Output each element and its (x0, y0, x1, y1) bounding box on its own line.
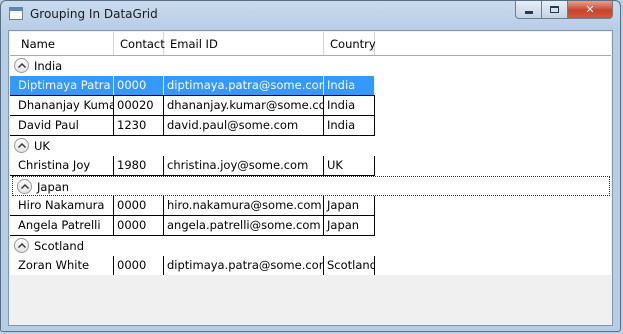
contact-cell[interactable]: 0000 (114, 256, 164, 275)
column-header-name[interactable]: Name (15, 32, 114, 55)
name-cell[interactable]: Angela Patrelli (15, 216, 114, 235)
country-cell[interactable]: India (324, 76, 375, 95)
client-area: Name Contact Email ID Country India Dipti… (8, 30, 613, 326)
country-cell[interactable]: UK (324, 156, 375, 175)
email-cell[interactable]: diptimaya.patra@some.com (164, 76, 324, 95)
country-cell[interactable]: Japan (324, 216, 375, 235)
email-cell[interactable]: dhananjay.kumar@some.com (164, 96, 324, 115)
window-icon[interactable] (9, 7, 23, 20)
table-row[interactable]: Diptimaya Patra 0000 diptimaya.patra@some.… (10, 76, 375, 96)
group-header-scotland[interactable]: Scotland (10, 236, 611, 256)
email-cell[interactable]: christina.joy@some.com (164, 156, 324, 175)
contact-cell[interactable]: 0000 (114, 76, 164, 95)
name-cell[interactable]: Dhananjay Kumar (15, 96, 114, 115)
data-grid[interactable]: Name Contact Email ID Country India Dipti… (10, 32, 611, 275)
minimize-button[interactable] (515, 1, 542, 19)
collapse-chevron-icon[interactable] (14, 58, 29, 73)
app-window: Grouping In DataGrid ✕ Name Contact Emai… (0, 0, 621, 332)
name-cell[interactable]: Diptimaya Patra (15, 76, 114, 95)
contact-cell[interactable]: 00020 (114, 96, 164, 115)
column-header-country[interactable]: Country (324, 32, 376, 55)
name-cell[interactable]: Christina Joy (15, 156, 114, 175)
close-button[interactable]: ✕ (568, 1, 613, 19)
table-row[interactable]: David Paul 1230 david.paul@some.com India (10, 116, 375, 136)
contact-cell[interactable]: 0000 (114, 196, 164, 215)
group-header-japan[interactable]: Japan (12, 176, 610, 196)
group-name: UK (34, 139, 50, 153)
collapse-chevron-icon[interactable] (14, 238, 29, 253)
grid-header: Name Contact Email ID Country (10, 32, 611, 56)
window-title: Grouping In DataGrid (30, 7, 158, 21)
collapse-chevron-icon[interactable] (14, 138, 29, 153)
table-row[interactable]: Christina Joy 1980 christina.joy@some.com U… (10, 156, 375, 176)
maximize-icon (550, 6, 559, 13)
country-cell[interactable]: India (324, 116, 375, 135)
email-cell[interactable]: angela.patrelli@some.com (164, 216, 324, 235)
close-icon: ✕ (585, 3, 595, 16)
table-row[interactable]: Hiro Nakamura 0000 hiro.nakamura@some.com J… (10, 196, 375, 216)
country-cell[interactable]: India (324, 96, 375, 115)
group-header-india[interactable]: India (10, 56, 611, 76)
country-cell[interactable]: Japan (324, 196, 375, 215)
name-cell[interactable]: David Paul (15, 116, 114, 135)
group-name: Scotland (34, 239, 84, 253)
title-bar[interactable]: Grouping In DataGrid ✕ (1, 1, 620, 29)
contact-cell[interactable]: 1230 (114, 116, 164, 135)
name-cell[interactable]: Zoran White (15, 256, 114, 275)
email-cell[interactable]: hiro.nakamura@some.com (164, 196, 324, 215)
column-header-contact[interactable]: Contact (114, 32, 165, 55)
group-header-uk[interactable]: UK (10, 136, 611, 156)
table-row[interactable]: Dhananjay Kumar 00020 dhananjay.kumar@some… (10, 96, 375, 116)
name-cell[interactable]: Hiro Nakamura (15, 196, 114, 215)
minimize-icon (524, 11, 533, 14)
collapse-chevron-icon[interactable] (17, 179, 32, 194)
window-controls: ✕ (515, 1, 613, 19)
email-cell[interactable]: diptimaya.patra@some.com (164, 256, 324, 275)
group-name: India (34, 59, 63, 73)
column-header-email[interactable]: Email ID (164, 32, 324, 55)
contact-cell[interactable]: 0000 (114, 216, 164, 235)
maximize-button[interactable] (542, 1, 568, 19)
contact-cell[interactable]: 1980 (114, 156, 164, 175)
email-cell[interactable]: david.paul@some.com (164, 116, 324, 135)
table-row[interactable]: Angela Patrelli 0000 angela.patrelli@some.… (10, 216, 375, 236)
country-cell[interactable]: Scotland (324, 256, 375, 275)
group-name: Japan (37, 180, 70, 194)
table-row[interactable]: Zoran White 0000 diptimaya.patra@some.com S… (10, 256, 375, 275)
